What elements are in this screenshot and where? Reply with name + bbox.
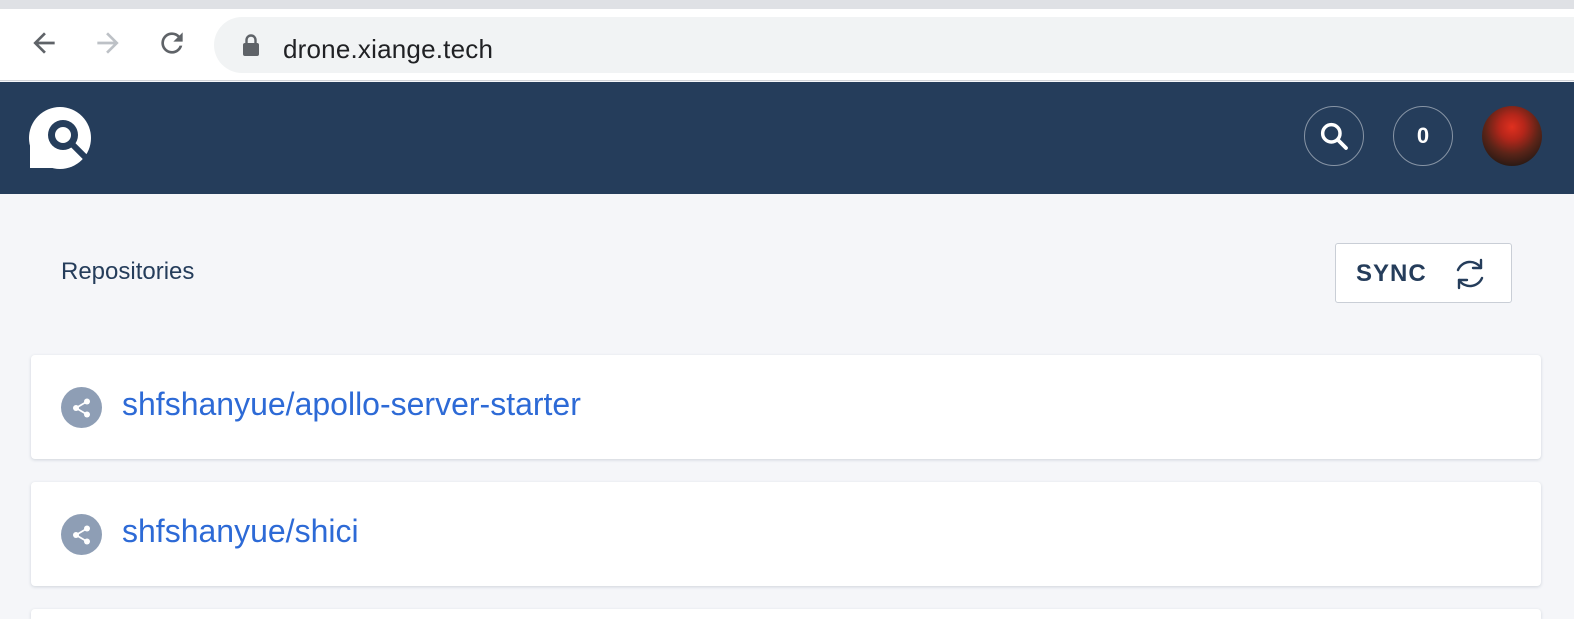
arrow-left-icon — [33, 32, 55, 54]
drone-logo-icon[interactable] — [28, 106, 92, 170]
search-icon — [1320, 122, 1348, 150]
repository-item[interactable]: shfshanyue/shici — [31, 482, 1541, 586]
share-icon — [61, 514, 102, 555]
sync-button-label: SYNC — [1356, 260, 1427, 287]
avatar[interactable] — [1482, 106, 1542, 166]
share-icon — [61, 387, 102, 428]
repository-item[interactable]: shfshanyue/apollo-server-starter — [31, 355, 1541, 459]
refresh-icon — [1456, 258, 1484, 290]
browser-toolbar: drone.xiange.tech — [0, 9, 1574, 81]
app-header: 0 — [0, 82, 1574, 194]
repository-item-partial[interactable] — [31, 609, 1541, 619]
repository-link[interactable]: shfshanyue/apollo-server-starter — [122, 386, 581, 423]
lock-icon — [243, 34, 259, 56]
url-text[interactable]: drone.xiange.tech — [283, 34, 493, 65]
reload-icon — [161, 32, 183, 54]
back-button[interactable] — [24, 23, 64, 63]
notification-count[interactable]: 0 — [1393, 106, 1453, 166]
browser-tab-strip — [0, 0, 1574, 9]
repository-link[interactable]: shfshanyue/shici — [122, 513, 359, 550]
reload-button[interactable] — [152, 23, 192, 63]
forward-button[interactable] — [88, 23, 128, 63]
sync-button[interactable]: SYNC — [1335, 243, 1512, 303]
arrow-right-icon — [97, 32, 119, 54]
page-title: Repositories — [61, 258, 195, 285]
search-button[interactable] — [1304, 106, 1364, 166]
repository-list: shfshanyue/apollo-server-starter shfshan… — [31, 355, 1541, 619]
address-bar[interactable]: drone.xiange.tech — [214, 17, 1574, 73]
